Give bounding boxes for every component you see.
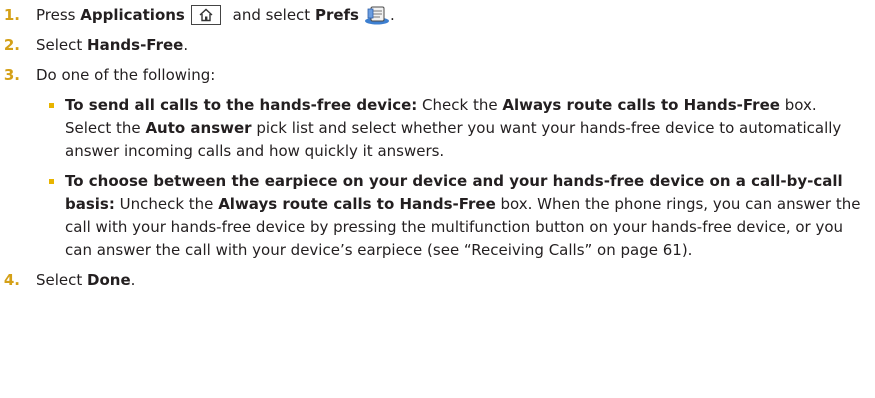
option-bold-term: Auto answer [145,119,252,137]
option-bold-term: Always route calls to Hands-Free [502,96,780,114]
step-3: 3. Do one of the following: [0,64,875,87]
step-text: Do one of the following: [36,66,216,84]
step-text: Press Applications and select Prefs. [36,5,395,25]
step-number: 1. [3,6,20,24]
prefs-icon [364,5,390,25]
step-number: 4. [3,271,20,289]
option-send-all-calls: To send all calls to the hands-free devi… [0,94,875,163]
option-lead: To send all calls to the hands-free devi… [65,96,418,114]
done-label: Done [87,271,131,289]
prefs-label: Prefs [314,6,359,24]
step-number: 2. [3,36,20,54]
hands-free-label: Hands-Free [87,36,184,54]
step-4: 4. Select Done. [0,269,875,292]
step-text-part: Press [36,6,81,24]
step-text-part: . [130,271,136,289]
option-text: Uncheck the [114,195,219,213]
bullet-marker [49,103,54,108]
option-text: Check the [417,96,503,114]
step-1: 1. Press Applications and select Prefs. [0,4,875,27]
option-bold-term: Always route calls to Hands-Free [218,195,496,213]
bullet-marker [49,179,54,184]
home-key-icon [190,5,221,25]
period-text: . [389,6,395,24]
options-list: To send all calls to the hands-free devi… [0,94,875,262]
instruction-document: 1. Press Applications and select Prefs. … [0,0,875,292]
step-number: 3. [3,66,20,84]
step-text-part: and select [227,6,315,24]
step-text-part: Select [36,271,88,289]
step-text: Select Done. [36,271,135,289]
step-text: Select Hands-Free. [36,36,188,54]
option-call-by-call: To choose between the earpiece on your d… [0,170,875,262]
step-text-part: . [183,36,189,54]
applications-label: Applications [80,6,185,24]
step-text-part: Select [36,36,88,54]
step-2: 2. Select Hands-Free. [0,34,875,57]
